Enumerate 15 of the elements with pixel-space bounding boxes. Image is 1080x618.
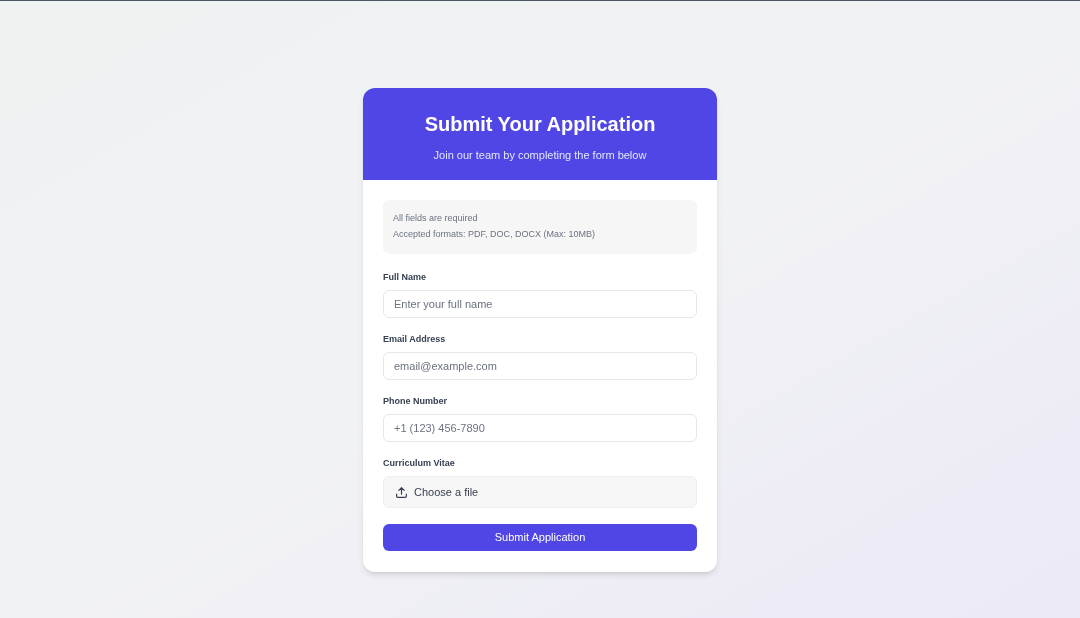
form-title: Submit Your Application: [424, 112, 656, 137]
field-label: Curriculum Vitae: [383, 457, 455, 469]
file-picker[interactable]: Choose a file: [383, 476, 697, 508]
upload-icon: [395, 485, 408, 499]
file-placeholder: Choose a file: [414, 484, 479, 500]
input-field[interactable]: email@example.com: [383, 352, 697, 380]
field-label: Phone Number: [383, 395, 447, 407]
field-label: Full Name: [383, 271, 426, 283]
submit-button[interactable]: Submit Application: [383, 524, 697, 551]
notice-text: Accepted formats: PDF, DOC, DOCX (Max: 10MB): [393, 228, 597, 241]
input-field[interactable]: +1 (123) 456-7890: [383, 414, 697, 442]
input-field[interactable]: Enter your full name: [383, 290, 697, 318]
field-label: Email Address: [383, 333, 446, 345]
form-subtitle: Join our team by completing the form below: [433, 148, 647, 163]
notice-text: All fields are required: [393, 212, 479, 225]
